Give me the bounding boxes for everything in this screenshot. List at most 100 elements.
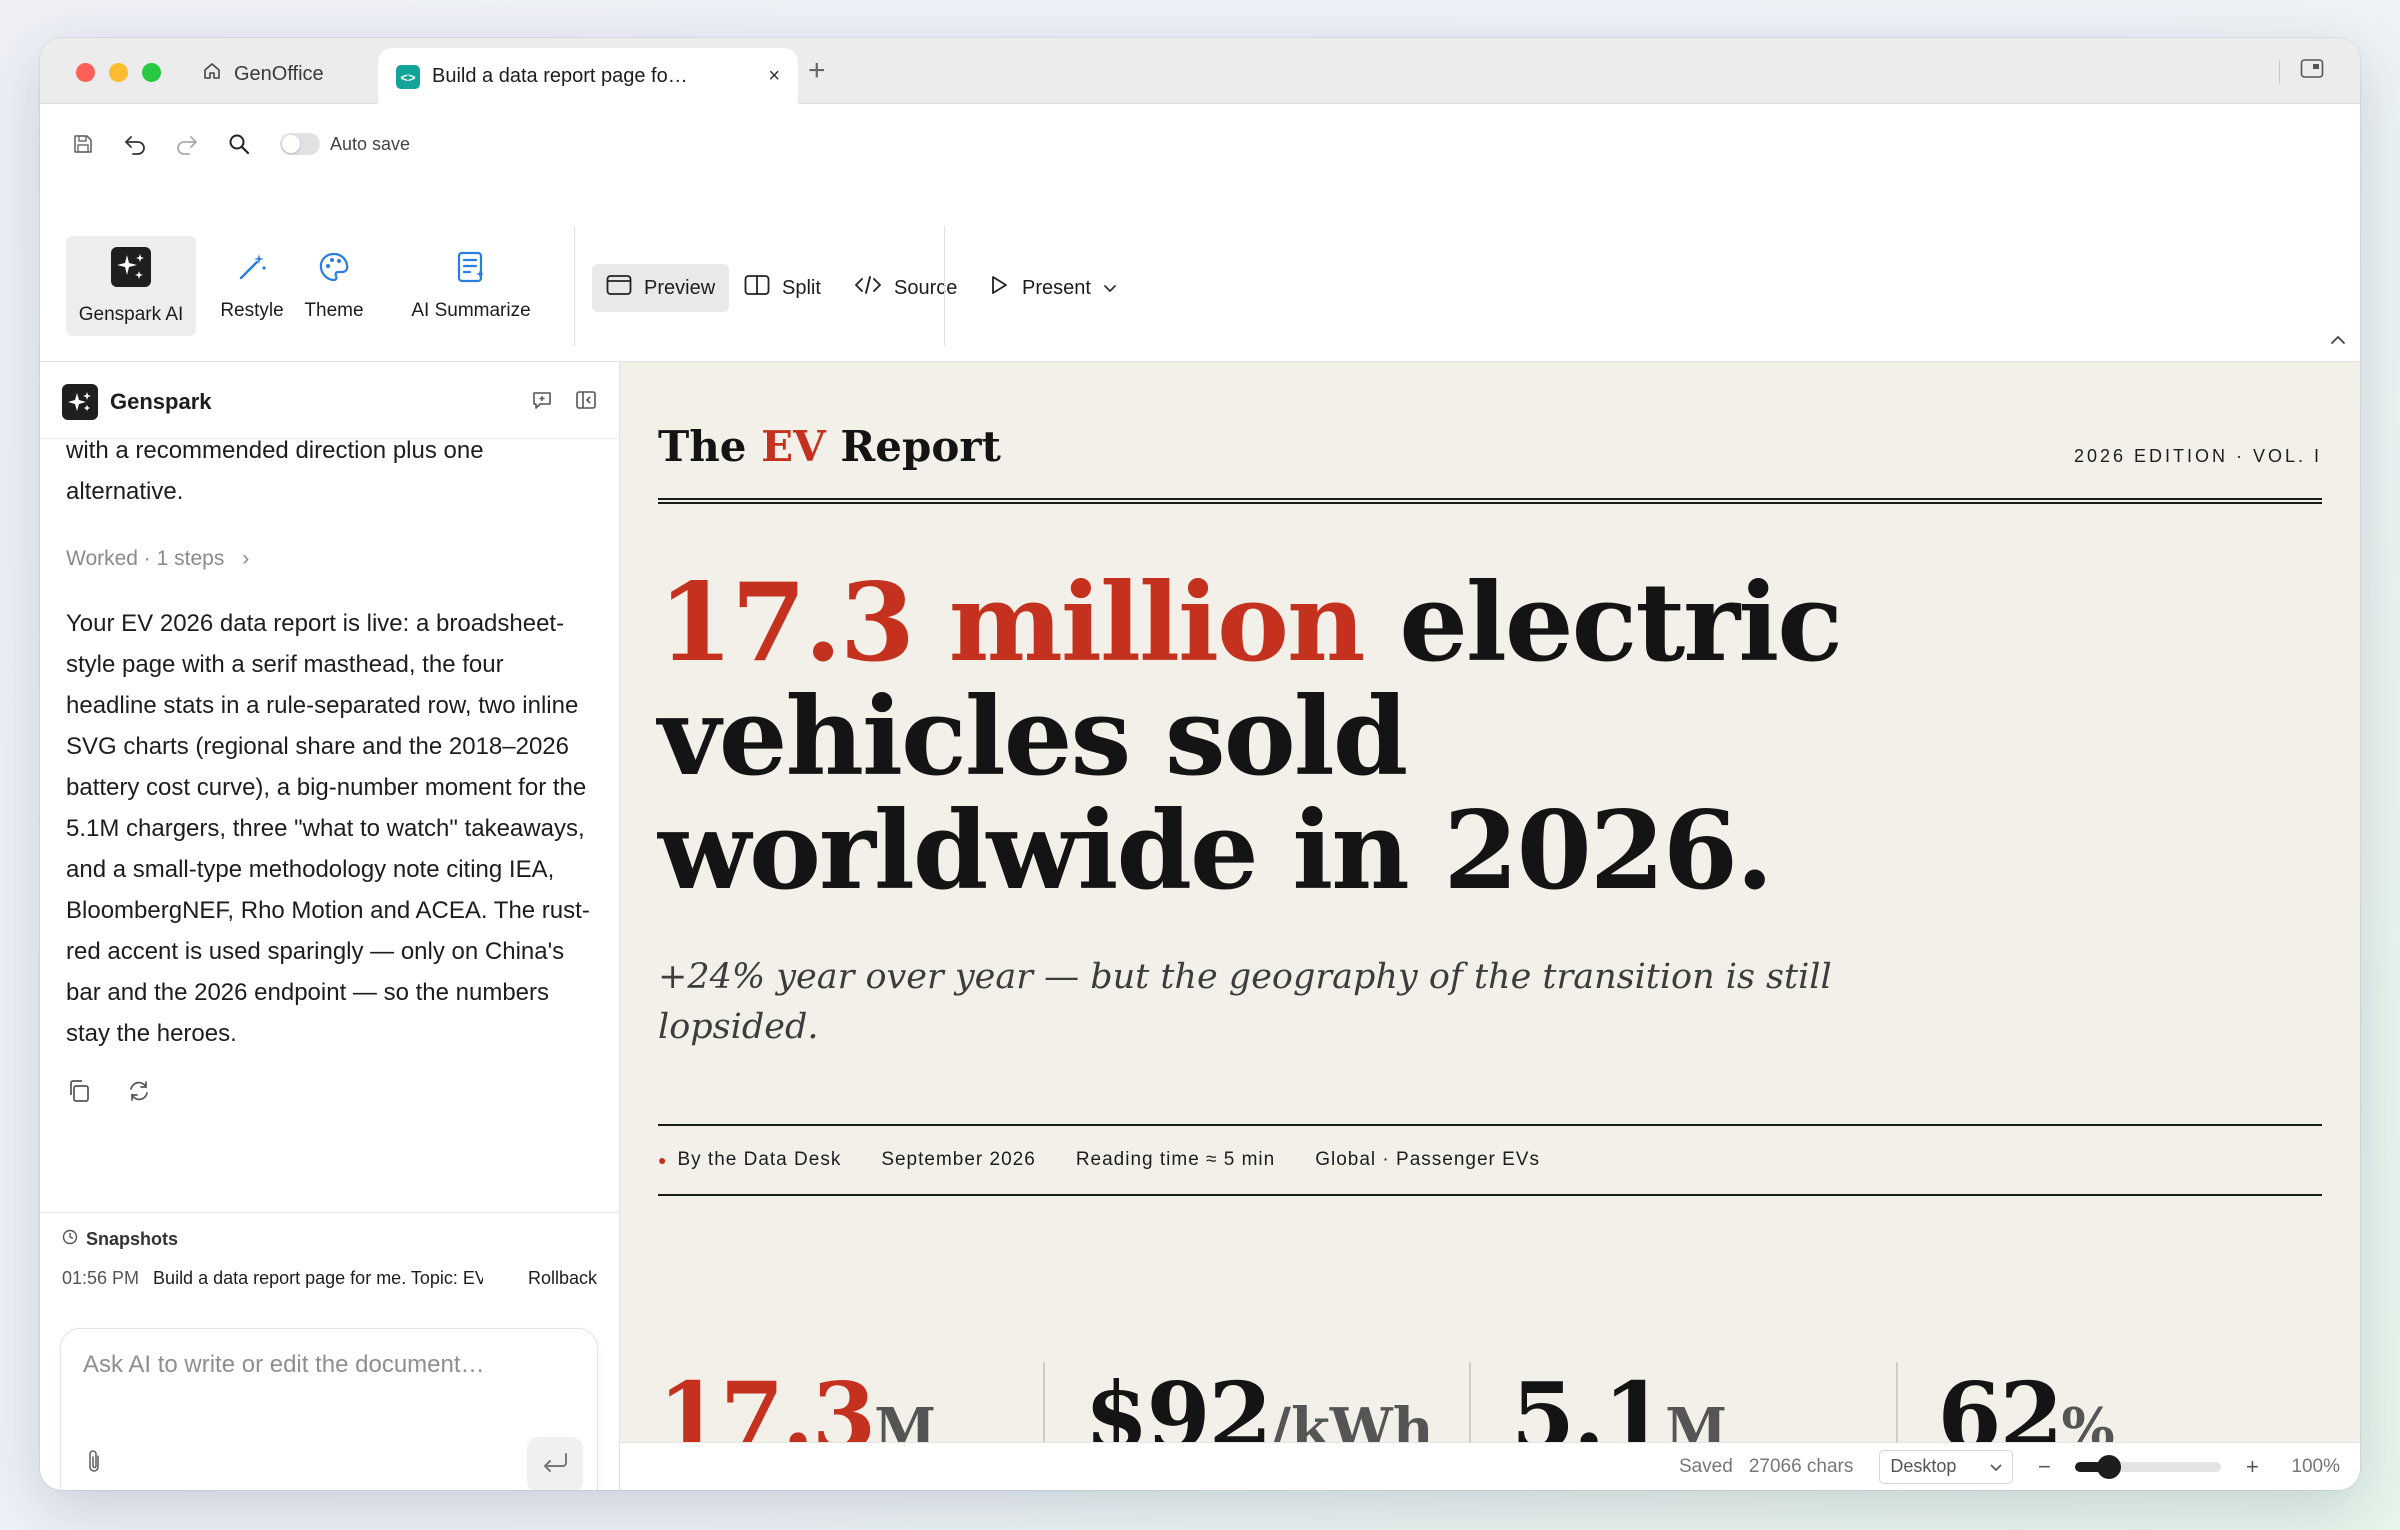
genspark-logo-icon [62,384,98,420]
sparkle-icon [110,246,152,294]
stat-number: 62 [1937,1362,2064,1442]
ai-prompt-input[interactable]: Ask AI to write or edit the document… [60,1328,598,1490]
ribbon: Genspark AI Restyle Theme AI Summarize P… [40,184,2360,362]
stat-number: 5.1 [1511,1362,1667,1442]
magic-wand-icon [235,250,269,290]
masthead-pre: The [658,422,762,471]
divider [574,226,575,346]
view-source-button[interactable]: Source [840,264,971,312]
home-icon [202,61,222,87]
code-file-icon: <> [396,65,420,89]
snapshots-title: Snapshots [86,1229,179,1249]
snapshots-section: Snapshots 01:56 PM Build a data report p… [40,1212,619,1289]
report-headline: 17.3 million electric vehicles sold worl… [658,566,1958,908]
panel-header: Genspark [62,382,597,422]
stat-number: $92 [1084,1362,1273,1442]
view-preview-button[interactable]: Preview [592,264,730,312]
window-controls [76,63,161,82]
zoom-level: 100% [2291,1455,2340,1477]
chevron-down-icon [1990,1456,2002,1477]
assistant-message: Your EV 2026 data report is live: a broa… [66,610,590,1047]
chat-thread: with a recommended direction plus one al… [66,430,596,1117]
byline-author: By the Data Desk [677,1149,842,1170]
maximize-window-button[interactable] [142,63,161,82]
collapse-panel-icon[interactable] [575,389,597,416]
stat-unit: /kWh [1270,1396,1434,1442]
minimize-window-button[interactable] [109,63,128,82]
device-select[interactable]: Desktop [1879,1449,2014,1484]
autosave-switch[interactable] [280,133,320,155]
new-chat-icon[interactable] [531,389,553,416]
search-icon[interactable] [224,129,254,159]
assistant-message-previous: with a recommended direction plus one al… [66,437,484,505]
tab-active-document[interactable]: <> Build a data report page fo… × [378,48,798,104]
new-tab-button[interactable]: + [808,54,826,88]
save-icon[interactable] [68,129,98,159]
rollback-button[interactable]: Rollback [528,1268,597,1289]
summarize-doc-icon [454,250,488,290]
quick-toolbar: Auto save [40,104,2360,184]
tool-label: Theme [304,300,364,321]
zoom-in-button[interactable]: + [2237,1454,2267,1480]
clock-icon [62,1229,78,1250]
byline-date: September 2026 [881,1149,1036,1170]
close-window-button[interactable] [76,63,95,82]
copy-icon[interactable] [66,1076,92,1117]
undo-icon[interactable] [120,129,150,159]
attach-icon[interactable] [83,1448,105,1481]
view-label: Source [894,276,958,299]
zoom-slider[interactable] [2075,1454,2222,1479]
autosave-label: Auto save [330,133,411,154]
ai-side-panel: Genspark with a recommended direction pl… [40,362,620,1490]
edition-label: 2026 EDITION · VOL. I [2073,446,2322,466]
report-masthead: The EV Report [658,422,1001,471]
genspark-ai-button[interactable]: Genspark AI [66,236,196,336]
snapshots-header: Snapshots [62,1229,597,1250]
send-button[interactable] [527,1437,583,1490]
chevron-down-icon [1103,277,1117,300]
headline-accent: 17.3 million [658,560,1366,686]
zoom-slider-handle[interactable] [2096,1454,2121,1479]
zoom-out-button[interactable]: − [2029,1454,2059,1480]
present-button[interactable]: Present [974,264,1131,312]
worked-steps-toggle[interactable]: Worked · 1 steps › [66,538,596,579]
stat-ev-sales: 17.3M [658,1362,1043,1442]
close-tab-button[interactable]: × [768,65,780,88]
view-label: Split [782,276,821,299]
regenerate-icon[interactable] [126,1076,152,1117]
stat-battery-cost: $92/kWh [1042,1362,1470,1442]
autosave-toggle[interactable]: Auto save [280,133,410,155]
divider [944,226,945,346]
tool-label: Genspark AI [78,304,184,325]
snapshot-item[interactable]: 01:56 PM Build a data report page for me… [62,1268,597,1289]
snapshot-time: 01:56 PM [62,1268,140,1288]
panel-title: Genspark [110,389,212,414]
preview-window-icon [606,274,632,302]
stat-share: 62% [1895,1362,2323,1442]
app-window: GenOffice <> Build a data report page fo… [40,38,2360,1490]
message-actions [66,1076,596,1117]
palette-icon [317,250,351,290]
stat-number: 17.3 [658,1362,876,1442]
tab-label: GenOffice [234,62,324,85]
byline-reading-time: Reading time ≈ 5 min [1075,1149,1276,1170]
save-status: Saved [1678,1455,1733,1477]
masthead-accent: EV [761,422,826,471]
bullet-dot-icon: ● [658,1152,668,1168]
redo-icon[interactable] [172,129,202,159]
chevron-right-icon: › [242,547,250,570]
headline-stats-row: 17.3M $92/kWh 5.1 M 62% [658,1362,2322,1442]
divider [2279,59,2280,84]
tab-genoffice[interactable]: GenOffice [202,56,324,92]
enter-icon [540,1451,570,1480]
sidebar-toggle-icon[interactable] [2300,58,2324,85]
view-split-button[interactable]: Split [730,264,835,312]
view-label: Preview [644,276,716,299]
stat-unit: M [874,1396,937,1442]
collapse-ribbon-icon[interactable] [2330,332,2346,350]
snapshot-text: Build a data report page for me. Topic: … [153,1268,484,1288]
status-bar: Saved 27066 chars Desktop − + 100% [620,1442,2360,1490]
ai-summarize-button[interactable]: AI Summarize [376,236,566,336]
theme-button[interactable]: Theme [284,236,384,336]
panel-header-actions [531,389,597,416]
